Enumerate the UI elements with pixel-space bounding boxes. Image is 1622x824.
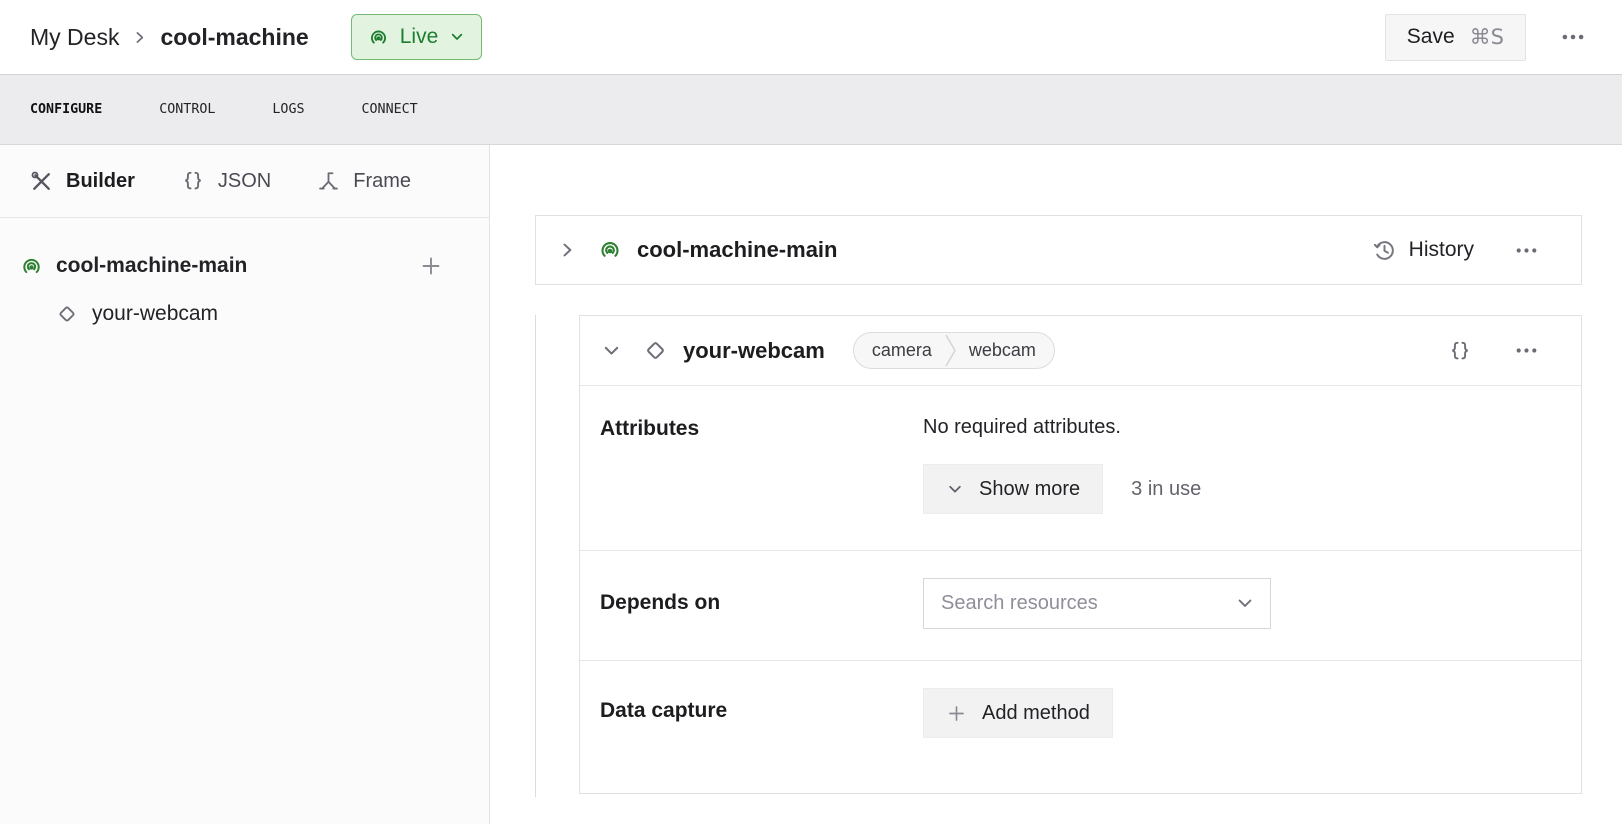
machine-part-icon	[598, 238, 622, 262]
resource-tree: cool-machine-main your-webcam	[0, 218, 489, 338]
mode-frame[interactable]: Frame	[317, 170, 411, 193]
nesting-connector-line	[535, 315, 536, 797]
search-resources-input[interactable]	[924, 592, 1270, 615]
chevron-down-icon	[449, 29, 465, 45]
attributes-section-label: Attributes	[580, 386, 923, 550]
data-capture-section: Data capture Add method	[580, 661, 1581, 793]
add-component-button[interactable]	[417, 252, 445, 280]
component-category: camera	[854, 340, 945, 361]
component-diamond-icon	[642, 337, 669, 364]
component-card: your-webcam camera webcam	[579, 315, 1582, 794]
breadcrumb-parent[interactable]: My Desk	[30, 24, 119, 51]
depends-on-select[interactable]	[923, 578, 1271, 629]
component-card-header: your-webcam camera webcam	[580, 316, 1581, 386]
tab-control[interactable]: CONTROL	[159, 102, 215, 117]
machine-status-live-button[interactable]: Live	[351, 14, 483, 60]
breadcrumb: My Desk cool-machine	[30, 24, 309, 51]
show-more-button[interactable]: Show more	[923, 464, 1103, 514]
tree-item-machine-part[interactable]: cool-machine-main	[0, 242, 489, 290]
add-method-label: Add method	[982, 702, 1090, 725]
history-clock-icon	[1372, 238, 1397, 263]
component-card-title: your-webcam	[683, 338, 825, 364]
mode-builder-label: Builder	[66, 170, 135, 193]
configure-main-panel: cool-machine-main History	[490, 145, 1622, 824]
live-broadcast-icon	[368, 27, 389, 48]
ellipsis-icon	[1514, 238, 1539, 263]
app-window: My Desk cool-machine Live	[0, 0, 1622, 824]
tree-item-label: your-webcam	[92, 302, 218, 326]
chevron-right-icon	[131, 29, 148, 46]
tab-logs[interactable]: LOGS	[272, 102, 304, 117]
component-more-menu-button[interactable]	[1508, 332, 1545, 369]
machine-tab-bar: CONFIGURE CONTROL LOGS CONNECT	[0, 74, 1622, 145]
component-diamond-icon	[55, 302, 79, 326]
show-more-label: Show more	[979, 478, 1080, 501]
top-header: My Desk cool-machine Live	[0, 0, 1622, 74]
mode-frame-label: Frame	[353, 170, 411, 193]
part-card-title: cool-machine-main	[637, 237, 837, 263]
machine-part-icon	[20, 255, 43, 278]
curly-braces-icon	[181, 169, 205, 193]
part-children-group: your-webcam camera webcam	[535, 315, 1622, 794]
tab-connect[interactable]: CONNECT	[362, 102, 418, 117]
tab-configure[interactable]: CONFIGURE	[30, 102, 102, 117]
component-type-badge: camera webcam	[853, 332, 1055, 369]
add-method-button[interactable]: Add method	[923, 688, 1113, 738]
history-label: History	[1409, 238, 1474, 262]
depends-on-section-label: Depends on	[580, 551, 923, 660]
save-shortcut: ⌘S	[1470, 25, 1504, 49]
chevron-down-icon	[946, 480, 964, 498]
plus-icon	[946, 703, 967, 724]
part-card-more-menu-button[interactable]	[1508, 232, 1545, 269]
expand-part-button[interactable]	[551, 234, 583, 266]
live-badge-label: Live	[400, 25, 439, 49]
crossed-tools-icon	[30, 170, 53, 193]
machine-part-card: cool-machine-main History	[535, 215, 1582, 285]
history-button[interactable]: History	[1372, 238, 1474, 263]
chevron-down-icon	[601, 340, 622, 361]
tree-item-component[interactable]: your-webcam	[0, 290, 489, 338]
collapse-component-button[interactable]	[595, 334, 628, 367]
depends-on-section: Depends on	[580, 551, 1581, 661]
tree-item-label: cool-machine-main	[56, 254, 247, 278]
mode-builder[interactable]: Builder	[30, 170, 135, 193]
badge-separator-icon	[945, 332, 956, 369]
component-model: webcam	[956, 340, 1054, 361]
mode-json-label: JSON	[218, 170, 271, 193]
save-button[interactable]: Save ⌘S	[1385, 14, 1526, 61]
save-button-label: Save	[1407, 25, 1455, 49]
data-capture-section-label: Data capture	[580, 661, 923, 793]
plus-icon	[419, 254, 443, 278]
attributes-section: Attributes No required attributes. Show …	[580, 386, 1581, 551]
header-more-menu-button[interactable]	[1554, 18, 1592, 56]
axes-tree-icon	[317, 170, 340, 193]
ellipsis-icon	[1514, 338, 1539, 363]
config-mode-switcher: Builder JSON	[0, 145, 489, 218]
breadcrumb-current: cool-machine	[160, 24, 308, 51]
ellipsis-icon	[1560, 24, 1586, 50]
attributes-empty-text: No required attributes.	[923, 416, 1201, 439]
component-json-button[interactable]	[1442, 333, 1478, 369]
chevron-right-icon	[557, 240, 577, 260]
curly-braces-icon	[1448, 339, 1472, 363]
configure-sidebar: Builder JSON	[0, 145, 490, 824]
mode-json[interactable]: JSON	[181, 169, 271, 193]
attributes-in-use-count: 3 in use	[1131, 478, 1201, 501]
